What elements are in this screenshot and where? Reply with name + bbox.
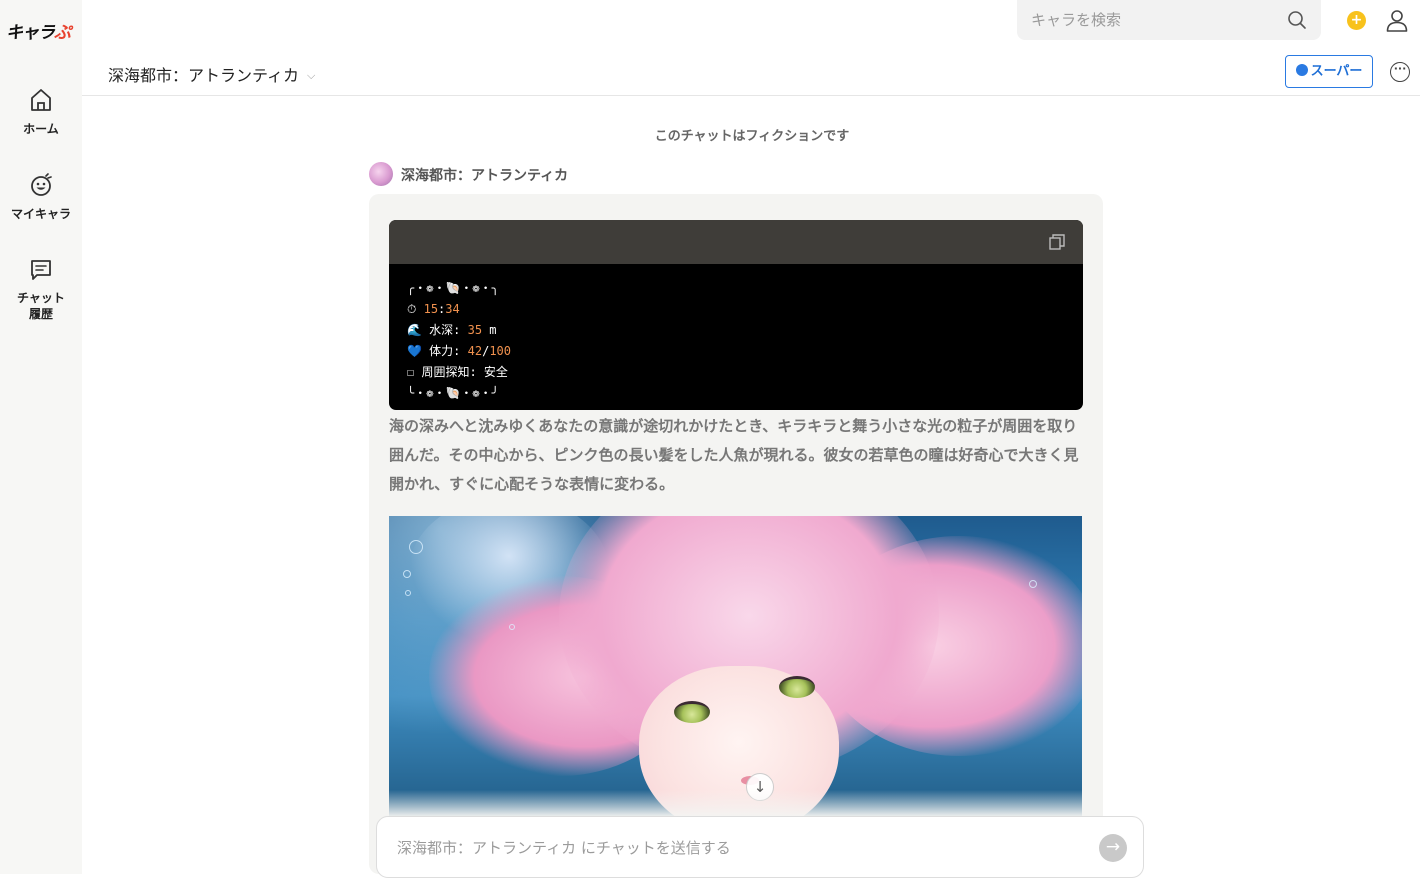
eye-right <box>779 676 815 698</box>
status-frame-bottom: ╰・❁・🐚・❁・╯ <box>407 386 499 400</box>
fiction-notice: このチャットはフィクションです <box>654 129 850 144</box>
super-icon <box>1295 64 1308 76</box>
copy-icon[interactable] <box>1049 234 1065 250</box>
air-bubble <box>405 590 411 596</box>
chevron-down-icon: ⌵ <box>307 69 316 82</box>
air-bubble <box>1029 580 1037 588</box>
super-button-label: スーパー <box>1310 64 1363 79</box>
home-icon <box>31 89 51 111</box>
sidebar-item-label: ホーム <box>23 122 59 136</box>
chat-header: 深海都市：アトランティカ ⌵ スーパー ··· <box>82 48 1420 96</box>
chat-title-dropdown[interactable]: 深海都市：アトランティカ ⌵ <box>108 62 315 86</box>
avatar[interactable] <box>369 162 393 186</box>
eye-left <box>674 701 710 723</box>
search-icon[interactable] <box>1287 10 1307 30</box>
status-hp: 💙 体力: 42/100 <box>407 344 511 358</box>
air-bubble <box>409 540 423 554</box>
logo-text: キャラ <box>6 23 55 43</box>
coin-icon[interactable]: + <box>1347 11 1366 30</box>
code-block-body: ╭・❁・🐚・❁・╮ ⏱ 15:34 🌊 水深: 35 m 💙 体力: 42/100 ☐ … <box>389 264 1083 404</box>
logo-accent: ぷ <box>54 23 71 43</box>
smile-icon <box>31 173 52 196</box>
message-text: 海の深みへと沈みゆくあなたの意識が途切れかけたとき、キラキラと舞う小さな光の粒子… <box>389 417 1079 493</box>
status-time: ⏱ 15:34 <box>407 302 460 316</box>
sidebar-item-mychara[interactable]: マイキャラ <box>0 173 82 222</box>
status-frame-top: ╭・❁・🐚・❁・╮ <box>407 281 499 295</box>
status-scan: ☐ 周囲探知: 安全 <box>407 365 508 379</box>
chat-icon <box>31 260 51 280</box>
image-fade <box>389 790 1082 816</box>
sidebar-item-label: マイキャラ <box>10 207 71 221</box>
search-bar <box>1017 0 1321 40</box>
sidebar-item-label: チャット <box>17 291 65 305</box>
sidebar-item-chat-history[interactable]: チャット 履歴 <box>0 258 82 322</box>
character-illustration[interactable]: ↓ <box>389 516 1082 816</box>
sidebar: キャラぷ ホーム マイキャラ チャット 履歴 <box>0 0 82 874</box>
app-logo[interactable]: キャラぷ <box>6 18 71 43</box>
status-depth: 🌊 水深: 35 m <box>407 323 497 337</box>
more-options-icon[interactable]: ··· <box>1390 62 1410 82</box>
send-button[interactable]: → <box>1099 834 1127 862</box>
sidebar-item-label-2: 履歴 <box>28 307 53 321</box>
author-name: 深海都市：アトランティカ <box>401 168 569 184</box>
code-block-header <box>389 220 1083 264</box>
user-icon[interactable] <box>1385 8 1409 32</box>
sidebar-item-home[interactable]: ホーム <box>0 88 82 137</box>
search-input[interactable] <box>1031 9 1281 31</box>
message-bubble: ╭・❁・🐚・❁・╮ ⏱ 15:34 🌊 水深: 35 m 💙 体力: 42/100 ☐ … <box>369 194 1103 874</box>
air-bubble <box>509 624 515 630</box>
status-code-block: ╭・❁・🐚・❁・╮ ⏱ 15:34 🌊 水深: 35 m 💙 体力: 42/100 ☐ … <box>389 220 1083 410</box>
message-composer: → <box>376 816 1144 878</box>
message-input[interactable] <box>397 836 1077 860</box>
super-button[interactable]: スーパー <box>1285 55 1373 88</box>
air-bubble <box>403 570 411 578</box>
page-title: 深海都市：アトランティカ <box>108 66 300 85</box>
